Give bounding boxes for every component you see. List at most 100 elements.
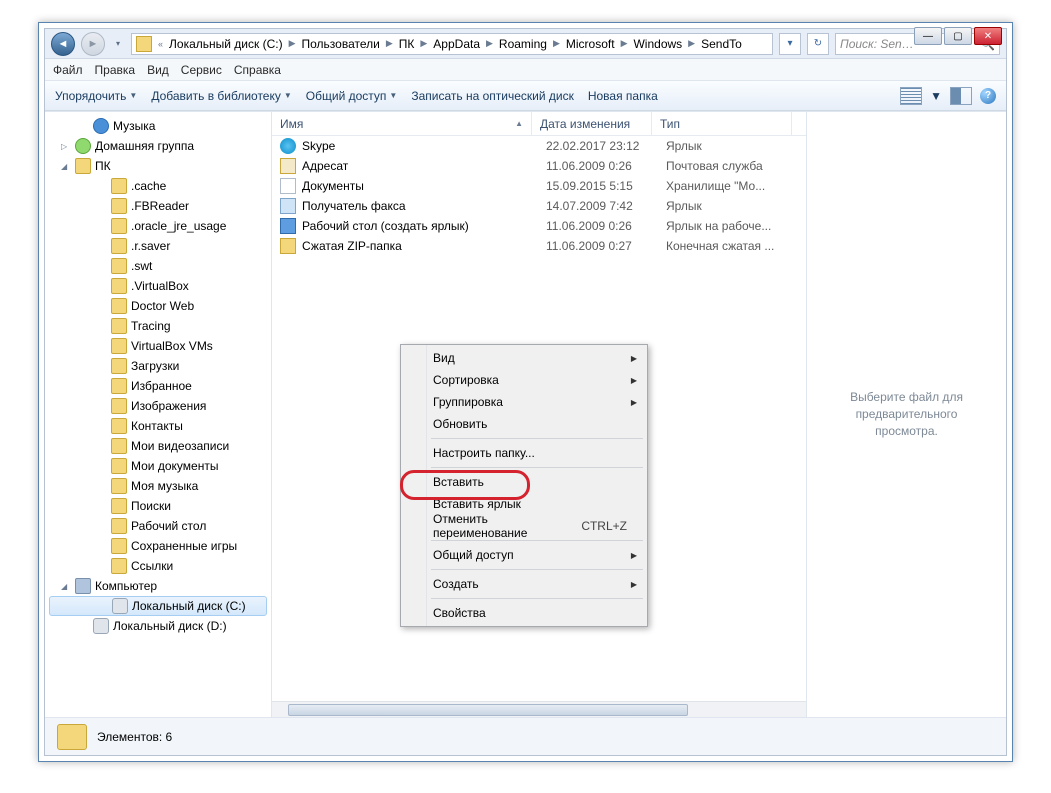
file-date: 22.02.2017 23:12 bbox=[546, 139, 666, 153]
tree-item[interactable]: .FBReader bbox=[45, 196, 271, 216]
column-date[interactable]: Дата изменения bbox=[532, 112, 652, 135]
minimize-button[interactable]: — bbox=[914, 27, 942, 45]
ctx-new[interactable]: Создать bbox=[403, 573, 645, 595]
menu-help[interactable]: Справка bbox=[234, 63, 281, 77]
tree-item[interactable]: Избранное bbox=[45, 376, 271, 396]
file-type: Хранилище "Мо... bbox=[666, 179, 806, 193]
tree-item[interactable]: Изображения bbox=[45, 396, 271, 416]
tree-item[interactable]: Локальный диск (C:) bbox=[49, 596, 267, 616]
tree-item[interactable]: Мои видеозаписи bbox=[45, 436, 271, 456]
tree-item[interactable]: ▷Домашняя группа bbox=[45, 136, 271, 156]
ctx-paste[interactable]: Вставить bbox=[403, 471, 645, 493]
tree-item[interactable]: Поиски bbox=[45, 496, 271, 516]
disk-icon bbox=[112, 598, 128, 614]
file-row[interactable]: Адресат11.06.2009 0:26Почтовая служба bbox=[272, 156, 806, 176]
ctx-properties[interactable]: Свойства bbox=[403, 602, 645, 624]
file-row[interactable]: Skype22.02.2017 23:12Ярлык bbox=[272, 136, 806, 156]
breadcrumb[interactable]: Локальный диск (C:) bbox=[165, 37, 287, 51]
nav-tree: Музыка▷Домашняя группа◢ПК.cache.FBReader… bbox=[45, 112, 272, 717]
tree-label: Рабочий стол bbox=[131, 519, 206, 533]
view-mode-button[interactable] bbox=[900, 87, 922, 105]
menu-tools[interactable]: Сервис bbox=[181, 63, 222, 77]
maximize-button[interactable]: ▢ bbox=[944, 27, 972, 45]
folder-icon bbox=[111, 218, 127, 234]
file-icon bbox=[280, 178, 296, 194]
menu-view[interactable]: Вид bbox=[147, 63, 169, 77]
tree-label: Моя музыка bbox=[131, 479, 198, 493]
view-drop-icon[interactable]: ▼ bbox=[930, 89, 942, 103]
tree-item[interactable]: Моя музыка bbox=[45, 476, 271, 496]
breadcrumb-overflow[interactable]: « bbox=[156, 39, 165, 49]
tree-label: Загрузки bbox=[131, 359, 179, 373]
file-date: 14.07.2009 7:42 bbox=[546, 199, 666, 213]
tree-item[interactable]: Doctor Web bbox=[45, 296, 271, 316]
column-headers: Имя▲ Дата изменения Тип bbox=[272, 112, 806, 136]
ctx-group[interactable]: Группировка bbox=[403, 391, 645, 413]
tree-item[interactable]: .VirtualBox bbox=[45, 276, 271, 296]
expander-icon[interactable]: ◢ bbox=[61, 582, 71, 591]
tree-item[interactable]: .oracle_jre_usage bbox=[45, 216, 271, 236]
tree-item[interactable]: ◢Компьютер bbox=[45, 576, 271, 596]
breadcrumb[interactable]: ПК bbox=[395, 37, 419, 51]
ctx-share[interactable]: Общий доступ bbox=[403, 544, 645, 566]
add-to-library-button[interactable]: Добавить в библиотеку▼ bbox=[151, 89, 291, 103]
tree-item[interactable]: Контакты bbox=[45, 416, 271, 436]
file-row[interactable]: Сжатая ZIP-папка11.06.2009 0:27Конечная … bbox=[272, 236, 806, 256]
help-button[interactable]: ? bbox=[980, 88, 996, 104]
ctx-customize[interactable]: Настроить папку... bbox=[403, 442, 645, 464]
breadcrumb[interactable]: SendTo bbox=[697, 37, 746, 51]
tree-item[interactable]: Рабочий стол bbox=[45, 516, 271, 536]
folder-icon bbox=[111, 478, 127, 494]
tree-item[interactable]: Локальный диск (D:) bbox=[45, 616, 271, 636]
tree-item[interactable]: Tracing bbox=[45, 316, 271, 336]
tree-item[interactable]: VirtualBox VMs bbox=[45, 336, 271, 356]
scrollbar-thumb[interactable] bbox=[288, 704, 688, 716]
folder-icon bbox=[111, 378, 127, 394]
tree-item[interactable]: Ссылки bbox=[45, 556, 271, 576]
status-text: Элементов: 6 bbox=[97, 730, 172, 744]
tree-item[interactable]: Загрузки bbox=[45, 356, 271, 376]
tree-item[interactable]: Сохраненные игры bbox=[45, 536, 271, 556]
ctx-undo[interactable]: Отменить переименованиеCTRL+Z bbox=[403, 515, 645, 537]
forward-button[interactable]: ► bbox=[81, 32, 105, 56]
tree-item[interactable]: .swt bbox=[45, 256, 271, 276]
close-button[interactable]: ✕ bbox=[974, 27, 1002, 45]
back-button[interactable]: ◄ bbox=[51, 32, 75, 56]
organize-button[interactable]: Упорядочить▼ bbox=[55, 89, 137, 103]
breadcrumb[interactable]: Microsoft bbox=[562, 37, 619, 51]
refresh-button[interactable]: ↻ bbox=[807, 33, 829, 55]
tree-item[interactable]: ◢ПК bbox=[45, 156, 271, 176]
ctx-refresh[interactable]: Обновить bbox=[403, 413, 645, 435]
breadcrumb[interactable]: Пользователи bbox=[298, 37, 384, 51]
file-row[interactable]: Рабочий стол (создать ярлык)11.06.2009 0… bbox=[272, 216, 806, 236]
expander-icon[interactable]: ◢ bbox=[61, 162, 71, 171]
expander-icon[interactable]: ▷ bbox=[61, 142, 71, 151]
column-name[interactable]: Имя▲ bbox=[272, 112, 532, 135]
burn-button[interactable]: Записать на оптический диск bbox=[411, 89, 574, 103]
file-row[interactable]: Документы15.09.2015 5:15Хранилище "Мо... bbox=[272, 176, 806, 196]
menu-file[interactable]: Файл bbox=[53, 63, 83, 77]
ctx-view[interactable]: Вид bbox=[403, 347, 645, 369]
menu-edit[interactable]: Правка bbox=[95, 63, 136, 77]
share-button[interactable]: Общий доступ▼ bbox=[306, 89, 398, 103]
tree-label: .VirtualBox bbox=[131, 279, 189, 293]
tree-item[interactable]: Мои документы bbox=[45, 456, 271, 476]
file-icon bbox=[280, 158, 296, 174]
breadcrumb[interactable]: Roaming bbox=[495, 37, 551, 51]
breadcrumb[interactable]: Windows bbox=[629, 37, 686, 51]
tree-item[interactable]: .cache bbox=[45, 176, 271, 196]
tree-item[interactable]: .r.saver bbox=[45, 236, 271, 256]
nav-history-drop[interactable]: ▾ bbox=[111, 33, 125, 55]
tree-item[interactable]: Музыка bbox=[45, 116, 271, 136]
file-row[interactable]: Получатель факса14.07.2009 7:42Ярлык bbox=[272, 196, 806, 216]
new-folder-button[interactable]: Новая папка bbox=[588, 89, 658, 103]
breadcrumb[interactable]: AppData bbox=[429, 37, 484, 51]
column-type[interactable]: Тип bbox=[652, 112, 792, 135]
user-icon bbox=[75, 158, 91, 174]
ctx-sort[interactable]: Сортировка bbox=[403, 369, 645, 391]
tree-label: .r.saver bbox=[131, 239, 170, 253]
breadcrumb-box[interactable]: « Локальный диск (C:)▶ Пользователи▶ ПК▶… bbox=[131, 33, 773, 55]
address-drop-button[interactable]: ▾ bbox=[779, 33, 801, 55]
preview-pane-button[interactable] bbox=[950, 87, 972, 105]
horizontal-scrollbar[interactable] bbox=[272, 701, 806, 717]
